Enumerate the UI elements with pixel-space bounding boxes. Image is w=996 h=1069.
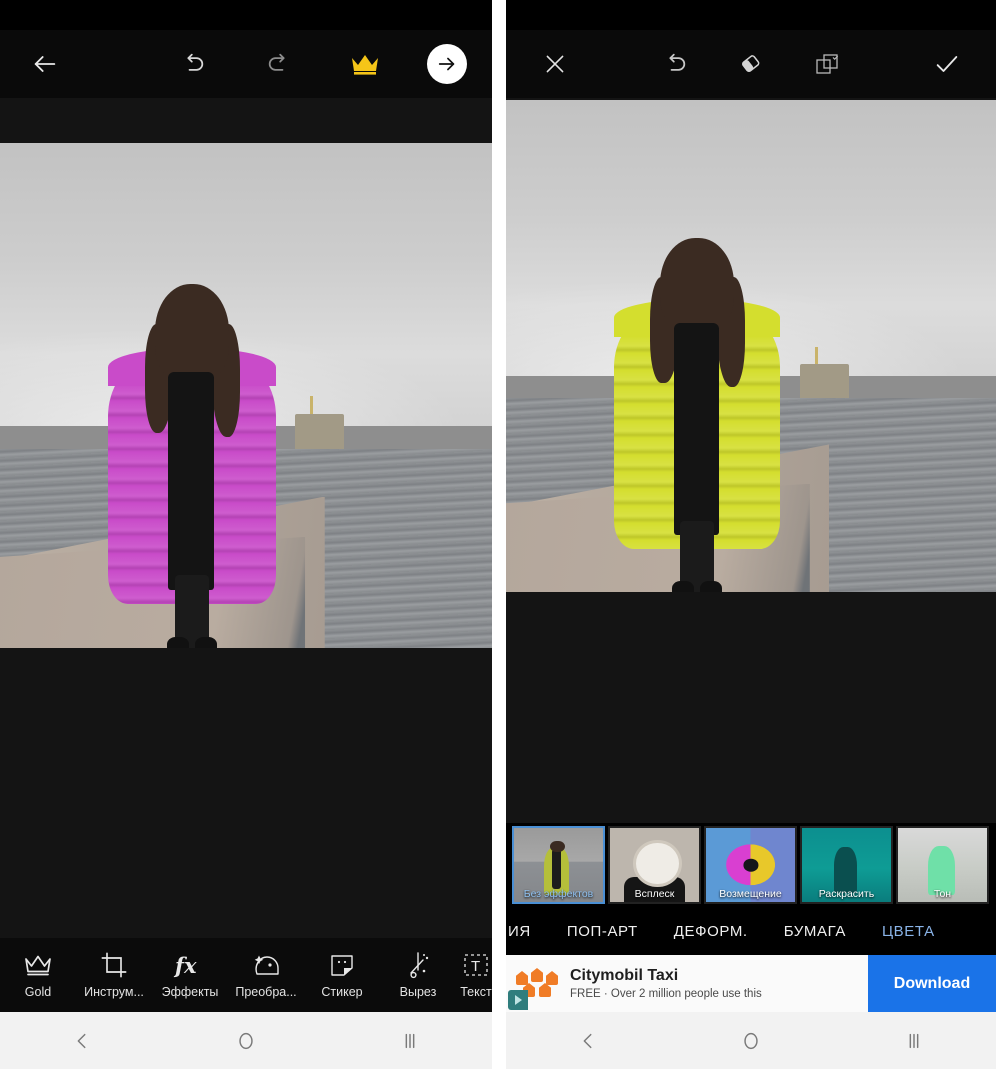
tab-pop-art[interactable]: ПОП-АРТ	[549, 923, 656, 940]
close-icon[interactable]	[534, 43, 576, 85]
tool-label: Преобра...	[235, 985, 297, 999]
panel-divider	[492, 0, 506, 1069]
effect-thumbnail-row[interactable]: Без эффектов Всплеск Возмещение Раскраси…	[506, 823, 996, 907]
undo-icon[interactable]	[654, 43, 696, 85]
effect-label: Возмещение	[719, 888, 782, 900]
tab-distort[interactable]: ДЕФОРМ.	[656, 923, 766, 940]
ad-subtitle: FREE · Over 2 million people use this	[570, 987, 762, 1000]
left-canvas[interactable]	[0, 98, 492, 938]
undo-icon[interactable]	[172, 43, 214, 85]
left-android-navbar[interactable]	[0, 1012, 492, 1069]
left-panel: Gold Инструм... fx Эффекты Преобра... Ст…	[0, 0, 492, 1069]
redo-icon[interactable]	[258, 43, 300, 85]
inner-shirt	[673, 322, 719, 536]
shoe-left	[672, 581, 694, 592]
tool-effects[interactable]: fx Эффекты	[152, 951, 228, 999]
transform-icon	[251, 951, 281, 979]
tab-colors[interactable]: ЦВЕТА	[864, 923, 953, 940]
nav-home-icon[interactable]	[727, 1021, 775, 1061]
effect-label: Всплеск	[634, 888, 675, 900]
tool-cutout[interactable]: Вырез	[380, 951, 456, 999]
effect-thumb-splash[interactable]: Всплеск	[608, 826, 701, 904]
arrow-right-icon[interactable]	[427, 44, 467, 84]
tool-transform[interactable]: Преобра...	[228, 951, 304, 999]
left-status-bar	[0, 0, 492, 30]
ad-download-button[interactable]: Download	[868, 955, 996, 1012]
shoe-right	[700, 581, 723, 592]
svg-text:T: T	[471, 958, 480, 975]
effect-category-tabs[interactable]: ИЯ ПОП-АРТ ДЕФОРМ. БУМАГА ЦВЕТА	[506, 907, 996, 955]
ad-banner[interactable]: Citymobil Taxi FREE · Over 2 million peo…	[506, 955, 996, 1012]
left-top-toolbar	[0, 30, 492, 98]
citymobil-logo-icon	[506, 955, 570, 1012]
crown-icon[interactable]	[344, 43, 386, 85]
text-icon: T	[462, 951, 490, 979]
effect-thumb-replace[interactable]: Возмещение	[704, 826, 797, 904]
apply-button[interactable]	[926, 43, 968, 85]
svg-text:fx: fx	[173, 953, 197, 978]
next-button[interactable]	[426, 43, 468, 85]
right-top-toolbar	[506, 30, 996, 98]
subject-person	[613, 237, 781, 592]
left-photo[interactable]	[0, 143, 492, 648]
tool-label: Вырез	[399, 985, 437, 999]
tool-label: Инструм...	[84, 985, 144, 999]
hair-top	[155, 284, 229, 383]
fx-icon: fx	[173, 951, 207, 979]
subject-person	[108, 284, 276, 648]
back-arrow-icon[interactable]	[24, 43, 66, 85]
inner-shirt	[168, 371, 214, 590]
effect-thumb-none[interactable]: Без эффектов	[512, 826, 605, 904]
tab-paper[interactable]: БУМАГА	[766, 923, 864, 940]
ad-text: Citymobil Taxi FREE · Over 2 million peo…	[570, 967, 868, 999]
effect-thumb-colorize[interactable]: Раскрасить	[800, 826, 893, 904]
tool-label: Эффекты	[161, 985, 219, 999]
nav-home-icon[interactable]	[222, 1021, 270, 1061]
adchoices-icon[interactable]	[508, 990, 528, 1010]
effect-thumb-tone[interactable]: Тон	[896, 826, 989, 904]
right-android-navbar[interactable]	[506, 1012, 996, 1069]
cutout-icon	[404, 951, 432, 979]
nav-recents-icon[interactable]	[386, 1021, 434, 1061]
right-photo[interactable]	[506, 100, 996, 592]
dual-screenshot: Gold Инструм... fx Эффекты Преобра... Ст…	[0, 0, 996, 1069]
right-canvas[interactable]	[506, 98, 996, 823]
tab-magic[interactable]: ИЯ	[506, 923, 549, 940]
crop-icon	[100, 951, 128, 979]
effect-label: Тон	[933, 888, 952, 900]
shoe-right	[195, 637, 217, 648]
right-panel: Без эффектов Всплеск Возмещение Раскраси…	[506, 0, 996, 1069]
effect-label: Без эффектов	[523, 888, 594, 900]
ad-title: Citymobil Taxi	[570, 967, 679, 985]
nav-recents-icon[interactable]	[890, 1021, 938, 1061]
crown-icon	[23, 951, 53, 979]
hair-top	[660, 237, 734, 334]
right-status-bar	[506, 0, 996, 30]
shoe-left	[166, 637, 189, 648]
tool-gold[interactable]: Gold	[0, 951, 76, 999]
nav-back-icon[interactable]	[58, 1021, 106, 1061]
left-tool-strip[interactable]: Gold Инструм... fx Эффекты Преобра... Ст…	[0, 938, 492, 1012]
layers-icon[interactable]	[806, 43, 848, 85]
tool-label: Gold	[24, 985, 52, 999]
tool-sticker[interactable]: Стикер	[304, 951, 380, 999]
tool-tools[interactable]: Инструм...	[76, 951, 152, 999]
tool-label: Текст	[460, 985, 492, 999]
tool-text[interactable]: T Текст	[456, 951, 492, 999]
eraser-icon[interactable]	[730, 43, 772, 85]
tool-label: Стикер	[321, 985, 363, 999]
sticker-icon	[328, 951, 356, 979]
nav-back-icon[interactable]	[564, 1021, 612, 1061]
effect-label: Раскрасить	[818, 888, 875, 900]
